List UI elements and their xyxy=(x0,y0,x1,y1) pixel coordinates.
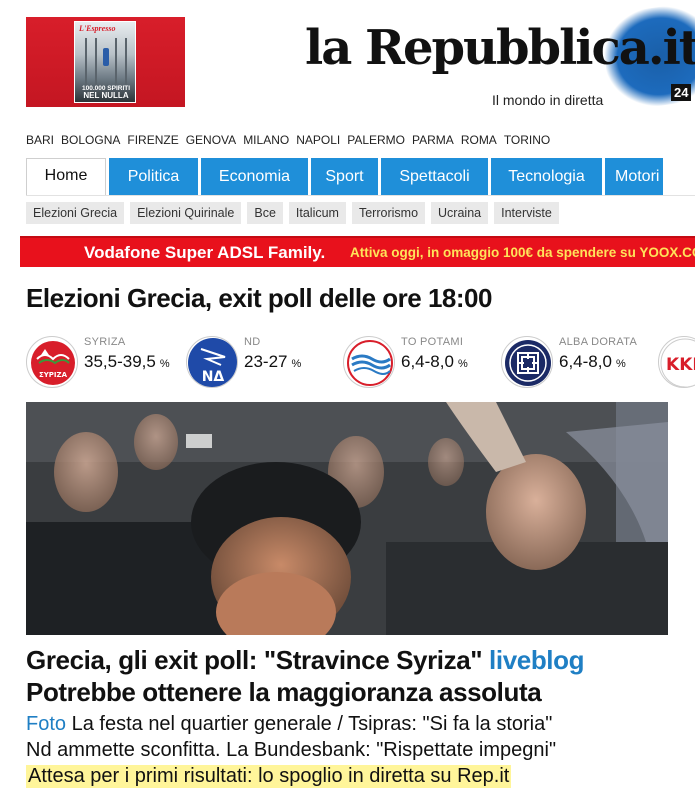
article-title-text[interactable]: Grecia, gli exit poll: "Stravince Syriza… xyxy=(26,645,483,675)
article-title[interactable]: Grecia, gli exit poll: "Stravince Syriza… xyxy=(26,645,584,676)
party-value-number: 6,4-8,0 xyxy=(559,352,612,371)
logo-tld: .it xyxy=(647,20,695,76)
article-related-2[interactable]: Nd ammette sconfitta. La Bundesbank: "Ri… xyxy=(26,739,556,762)
party-name: TO POTAMI xyxy=(401,336,464,348)
cover-stripe xyxy=(85,38,87,86)
nd-logo: ΝΔ xyxy=(186,336,238,388)
nav-divider xyxy=(26,195,695,196)
tab-politica[interactable]: Politica xyxy=(109,158,198,196)
foto-link[interactable]: Foto xyxy=(26,713,66,735)
city-link[interactable]: PALERMO xyxy=(347,133,405,147)
city-link[interactable]: FIRENZE xyxy=(127,133,178,147)
crowd-photo-illustration xyxy=(26,402,668,635)
main-nav: Home Politica Economia Sport Spettacoli … xyxy=(26,158,663,196)
party-value-unit: % xyxy=(457,358,468,370)
nd-logo-text: ΝΔ xyxy=(202,369,225,385)
party-value: 23-27% xyxy=(244,352,301,372)
party-name: ND xyxy=(244,336,261,348)
tag-elezioni-grecia[interactable]: Elezioni Grecia xyxy=(26,202,125,224)
cover-stripe xyxy=(95,38,97,86)
tag-elezioni-quirinale[interactable]: Elezioni Quirinale xyxy=(130,202,242,224)
kke-logo-text: ΚΚΕ xyxy=(666,355,695,375)
liveblog-link[interactable]: liveblog xyxy=(489,645,584,675)
espresso-logo: L'Espresso xyxy=(79,24,116,33)
tag-bce[interactable]: Bce xyxy=(247,202,283,224)
to-potami-logo xyxy=(343,336,395,388)
tag-terrorismo[interactable]: Terrorismo xyxy=(351,202,426,224)
tab-economia[interactable]: Economia xyxy=(201,158,308,196)
city-link[interactable]: MILANO xyxy=(243,133,289,147)
city-link[interactable]: TORINO xyxy=(504,133,550,147)
tag-italicum[interactable]: Italicum xyxy=(288,202,346,224)
tab-home[interactable]: Home xyxy=(26,158,106,196)
party-value-unit: % xyxy=(291,358,302,370)
tab-spettacoli[interactable]: Spettacoli xyxy=(381,158,488,196)
party-value-number: 6,4-8,0 xyxy=(401,352,454,371)
party-value: 6,4-8,0% xyxy=(401,352,468,372)
alba-dorata-logo xyxy=(501,336,553,388)
city-link[interactable]: BOLOGNA xyxy=(61,133,120,147)
logo-tagline: Il mondo in diretta xyxy=(492,92,604,108)
party-value: 35,5-39,5% xyxy=(84,352,170,372)
party-kke[interactable]: ΚΚΕ xyxy=(658,336,695,390)
magazine-cover: L'Espresso 100.000 SPIRITI NEL NULLA xyxy=(74,21,136,103)
cover-stripe xyxy=(125,38,127,86)
espresso-ad[interactable]: L'Espresso 100.000 SPIRITI NEL NULLA xyxy=(26,17,185,107)
banner-left-text: Vodafone Super ADSL Family. xyxy=(84,243,326,262)
city-link[interactable]: GENOVA xyxy=(186,133,236,147)
party-value: 6,4-8,0% xyxy=(559,352,626,372)
kke-logo: ΚΚΕ xyxy=(658,336,695,388)
tab-motori[interactable]: Motori xyxy=(605,158,663,196)
banner-right-text: Attiva oggi, in omaggio 100€ da spendere… xyxy=(350,245,695,260)
tag-interviste[interactable]: Interviste xyxy=(494,202,559,224)
cover-figure xyxy=(103,48,109,66)
city-link[interactable]: NAPOLI xyxy=(296,133,340,147)
city-links: BARI BOLOGNA FIRENZE GENOVA MILANO NAPOL… xyxy=(26,133,557,147)
syriza-logo-text: ΣΥΡΙΖΑ xyxy=(39,371,68,379)
tab-tecnologia[interactable]: Tecnologia xyxy=(491,158,602,196)
party-name: ALBA DORATA xyxy=(559,336,638,348)
logo-text: la Repubblica.it xyxy=(305,20,695,76)
party-name: SYRIZA xyxy=(84,336,126,348)
logo-24-badge: 24 xyxy=(671,84,692,101)
section-title[interactable]: Elezioni Grecia, exit poll delle ore 18:… xyxy=(26,283,492,314)
city-link[interactable]: PARMA xyxy=(412,133,454,147)
topic-tags: Elezioni Grecia Elezioni Quirinale Bce I… xyxy=(26,202,565,224)
site-logo[interactable]: la Repubblica.it 24 Il mondo in diretta xyxy=(305,1,695,113)
party-value-unit: % xyxy=(615,358,626,370)
party-value-number: 23-27 xyxy=(244,352,288,371)
article-highlight-link[interactable]: Attesa per i primi risultati: lo spoglio… xyxy=(26,765,512,788)
tab-sport[interactable]: Sport xyxy=(311,158,378,196)
party-value-number: 35,5-39,5 xyxy=(84,352,156,371)
cover-stripe xyxy=(115,38,117,86)
vodafone-banner[interactable]: Vodafone Super ADSL Family. Attiva oggi,… xyxy=(20,236,695,267)
article-related-1: Foto La festa nel quartier generale / Ts… xyxy=(26,713,552,736)
tag-ucraina[interactable]: Ucraina xyxy=(431,202,489,224)
city-link[interactable]: ROMA xyxy=(461,133,497,147)
ad-headline-bottom: NEL NULLA xyxy=(83,91,129,100)
party-value-unit: % xyxy=(159,358,170,370)
article-subtitle[interactable]: Potrebbe ottenere la maggioranza assolut… xyxy=(26,677,542,708)
syriza-logo: ΣΥΡΙΖΑ xyxy=(26,336,78,388)
main-article-photo[interactable] xyxy=(26,402,668,635)
city-link[interactable]: BARI xyxy=(26,133,54,147)
logo-name: la Repubblica xyxy=(305,20,650,76)
related-link-1[interactable]: La festa nel quartier generale / Tsipras… xyxy=(72,713,553,735)
